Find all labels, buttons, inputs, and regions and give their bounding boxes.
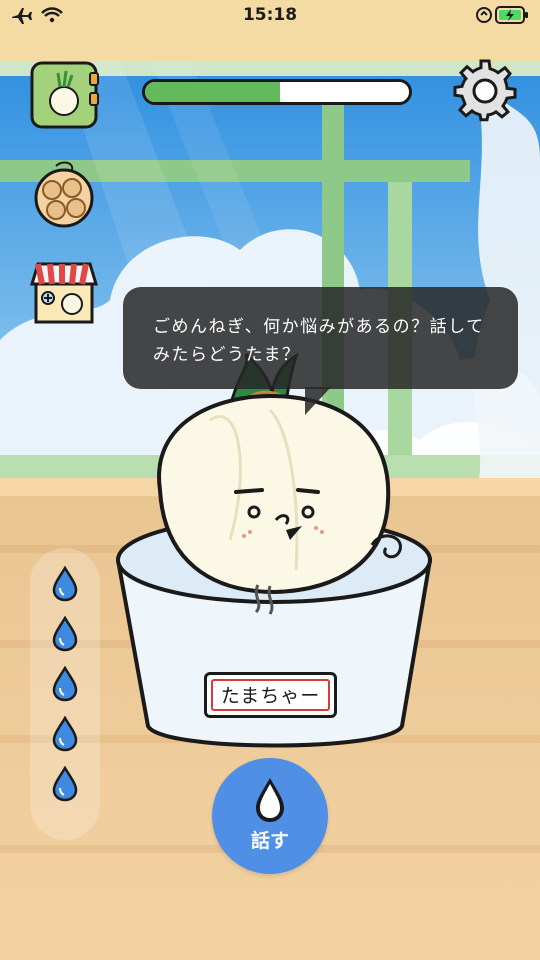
- onion-book-button[interactable]: [28, 59, 100, 131]
- onion-bag-icon: [34, 161, 94, 228]
- status-time: 15:18: [242, 5, 298, 25]
- water-drop-icon: [52, 666, 78, 702]
- speech-bubble-tail: [305, 387, 331, 415]
- water-drop-icon: [52, 716, 78, 752]
- settings-button[interactable]: [453, 59, 517, 123]
- gear-icon: [453, 59, 517, 122]
- speech-text: ごめんねぎ、何か悩みがあるの？話してみたらどうたま？: [153, 317, 485, 365]
- battery-icon: [474, 4, 532, 30]
- growth-progress-bar: [142, 79, 412, 105]
- shop-house-icon: [29, 262, 99, 324]
- speech-bubble: ごめんねぎ、何か悩みがあるの？話してみたらどうたま？: [123, 287, 518, 389]
- talk-label: 話す: [250, 830, 289, 852]
- pet-name: たまちゃー: [220, 685, 321, 707]
- status-bar: 15:18: [0, 0, 540, 32]
- water-drop-icon: [52, 616, 78, 652]
- pet-name-plate: たまちゃー: [204, 672, 337, 718]
- water-drop-icon: [52, 766, 78, 802]
- water-drop-icon: [256, 778, 284, 822]
- onion-bag-button[interactable]: [28, 158, 100, 230]
- onion-book-icon: [30, 61, 99, 129]
- growth-progress-fill: [145, 82, 280, 102]
- shop-button[interactable]: [28, 256, 100, 328]
- water-drop-icon: [52, 566, 78, 602]
- talk-button[interactable]: 話す: [212, 758, 328, 874]
